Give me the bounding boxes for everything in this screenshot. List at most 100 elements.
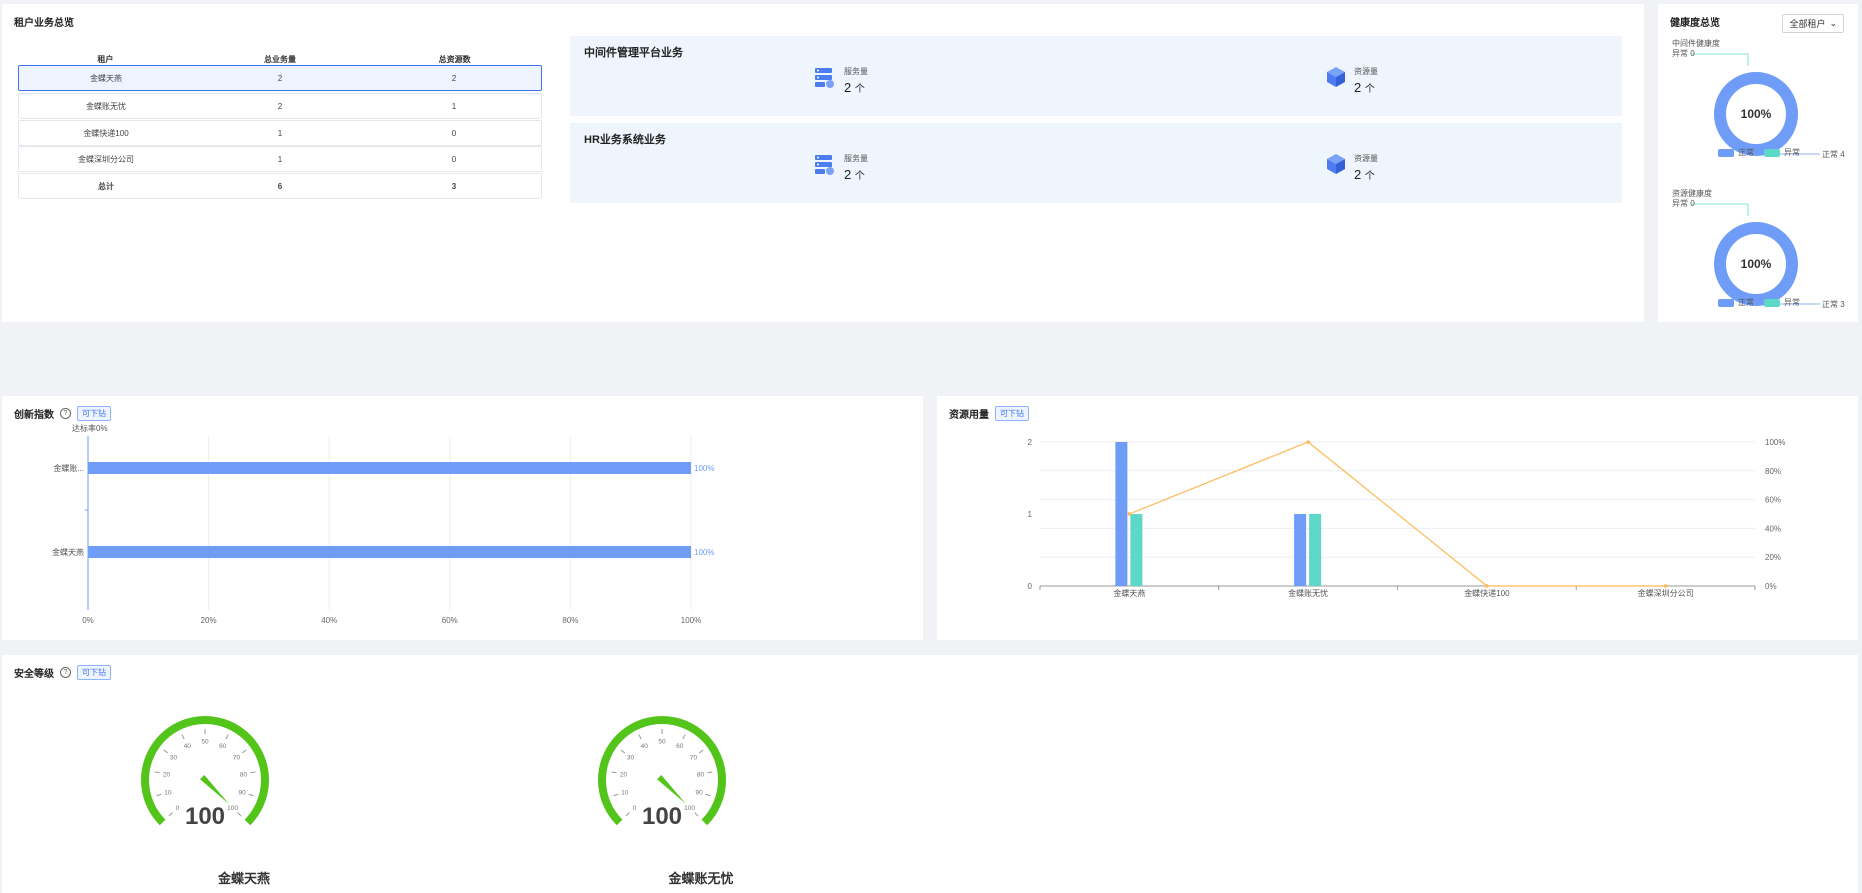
gauge-tick	[154, 771, 160, 774]
table-row[interactable]: 金蝶快递100 1 0	[18, 120, 542, 146]
innovation-panel: 创新指数 ? 可下钻 0% 20% 40% 60% 80% 100% 达标率0% 金蝶账...…	[2, 396, 923, 640]
gauge-tick	[248, 793, 254, 797]
gauge-tick-label: 50	[658, 739, 666, 746]
col-resource: 总资源数	[438, 55, 471, 64]
gauge-tick-label: 80	[240, 771, 248, 778]
x-tick-label: 20%	[201, 616, 217, 625]
gauge-tick-label: 100	[227, 805, 238, 812]
x-tick-label: 金蝶深圳分公司	[1638, 588, 1694, 598]
gauge-tick-label: 0	[176, 805, 180, 812]
gauge-tick-label: 70	[233, 755, 241, 762]
line-point	[1663, 584, 1668, 588]
gauge-tick	[181, 734, 185, 740]
gauge-tick	[156, 793, 162, 797]
gauge-tick	[638, 734, 642, 740]
business-card-hr[interactable]: HR业务系统业务 服务量 2 个 资源量 2 个	[570, 123, 1622, 203]
left-tick-label: 2	[1028, 438, 1033, 447]
col-tenant: 租户	[97, 55, 114, 64]
table-row[interactable]: 金蝶深圳分公司 1 0	[18, 146, 542, 172]
resource-health-donut: 100% 异常 0 正常 3	[1672, 199, 1845, 309]
tenant-select[interactable]: 全部租户 ⌄	[1782, 14, 1844, 33]
gauge-tick-label: 10	[621, 790, 629, 797]
gauge-tick-label: 60	[676, 743, 684, 750]
gauge-tick-label: 80	[697, 771, 705, 778]
resource-legend: 正常 异常	[1718, 297, 1800, 308]
gauge-tick-label: 40	[641, 743, 649, 750]
bar-series-2	[1130, 514, 1143, 586]
gauge-tick-label: 100	[684, 805, 695, 812]
abnormal-leader-line	[1692, 203, 1749, 216]
line-point	[1127, 512, 1132, 516]
y-tick-label: 金蝶账...	[53, 463, 84, 473]
tenant-overview-title: 租户业务总览	[14, 18, 74, 29]
resource-stat: 资源量 2 个	[1326, 66, 1378, 95]
middleware-legend: 正常 异常	[1718, 147, 1800, 158]
chevron-down-icon: ⌄	[1829, 18, 1837, 28]
y-axis-label: 达标率0%	[72, 423, 108, 433]
bar	[88, 546, 691, 558]
table-row[interactable]: 金蝶账无忧 2 1	[18, 93, 542, 119]
security-gauges: 0102030405060708090100100 010203040506070…	[141, 716, 726, 830]
right-tick-label: 80%	[1765, 467, 1781, 476]
business-title: HR业务系统业务	[584, 134, 666, 146]
health-panel: 健康度总览 全部租户 ⌄ 中间件健康度 100% 异常 0 正常 4 正常 异常 …	[1658, 4, 1858, 322]
gauge-tick-label: 30	[627, 755, 635, 762]
gauge-tick	[707, 771, 713, 774]
gauge-name: 金蝶天燕	[217, 871, 270, 886]
gauge-tick	[168, 812, 173, 817]
abnormal-count: 异常 0	[1672, 49, 1695, 58]
right-tick-label: 60%	[1765, 496, 1781, 505]
gauge-tick	[620, 749, 626, 754]
gauge-tick-label: 10	[164, 790, 172, 797]
gauge-tick	[705, 793, 711, 797]
table-total-row: 总计 6 3	[18, 173, 542, 199]
cube-icon	[1327, 67, 1345, 87]
line-point	[1485, 584, 1489, 588]
legend-abnormal[interactable]: 异常	[1764, 147, 1800, 158]
data-label: 100%	[694, 464, 714, 473]
right-tick-label: 40%	[1765, 524, 1781, 533]
cube-icon	[1327, 154, 1345, 174]
right-tick-label: 100%	[1765, 438, 1785, 447]
abnormal-leader-line	[1692, 53, 1749, 66]
col-business: 总业务量	[264, 55, 296, 64]
x-tick-label: 40%	[321, 616, 337, 625]
gauge-tick-label: 70	[690, 755, 698, 762]
line-point	[1306, 440, 1310, 444]
gauge-tick	[250, 771, 256, 774]
gauge-tick-label: 50	[201, 739, 209, 746]
gauge-tick	[163, 749, 169, 754]
middleware-health-donut: 100% 异常 0 正常 4	[1672, 49, 1845, 159]
legend-normal[interactable]: 正常	[1718, 147, 1754, 158]
donut-percent: 100%	[1741, 257, 1772, 271]
gauge-tick-label: 60	[219, 743, 227, 750]
health-title: 健康度总览	[1670, 18, 1720, 29]
gauge-tick	[241, 749, 247, 754]
business-card-middleware[interactable]: 中间件管理平台业务 服务量 2 个 资源量 2 个	[570, 36, 1622, 116]
donut-percent: 100%	[1741, 107, 1772, 121]
gauge-tick-label: 20	[620, 771, 628, 778]
gauge-needle	[657, 775, 687, 805]
legend-normal[interactable]: 正常	[1718, 297, 1754, 308]
table-row[interactable]: 金蝶天燕 2 2	[18, 65, 542, 91]
resource-stat: 资源量 2 个	[1326, 153, 1378, 182]
gauge-tick-label: 30	[170, 755, 178, 762]
legend-abnormal[interactable]: 异常	[1764, 297, 1800, 308]
business-title: 中间件管理平台业务	[584, 47, 683, 59]
gauge-tick	[611, 771, 617, 774]
x-tick-label: 金蝶账无忧	[1288, 588, 1328, 598]
gauge-tick	[613, 793, 619, 797]
x-tick-label: 金蝶天燕	[1113, 588, 1145, 598]
server-icon	[815, 68, 834, 88]
gauge-value: 100	[642, 803, 682, 830]
gauge-tick-label: 90	[695, 790, 703, 797]
innovation-bar-chart: 0% 20% 40% 60% 80% 100% 达标率0% 金蝶账... 100% 金蝶天燕 100…	[52, 423, 714, 625]
gauge-tick	[682, 734, 686, 740]
left-tick-label: 1	[1028, 510, 1033, 519]
data-label: 100%	[694, 548, 714, 557]
bar-series-2	[1309, 514, 1322, 586]
server-icon	[815, 155, 834, 175]
y-tick-label: 金蝶天燕	[52, 547, 84, 557]
x-tick-label: 60%	[442, 616, 458, 625]
service-stat: 服务量 2 个	[814, 66, 868, 95]
